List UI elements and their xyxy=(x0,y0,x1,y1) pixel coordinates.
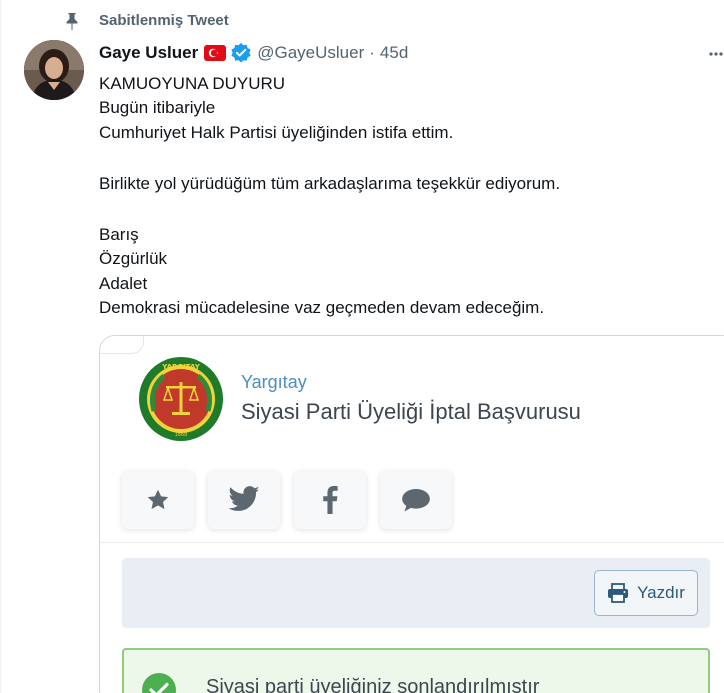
tweet-line: Barış xyxy=(99,225,139,245)
tweet-line: Demokrasi mücadelesine vaz geçmeden deva… xyxy=(99,298,545,318)
timestamp[interactable]: 45d xyxy=(380,43,408,63)
success-message: Siyasi parti üyeliğiniz sonlandırılmıştı… xyxy=(206,676,540,693)
print-label: Yazdır xyxy=(637,583,685,602)
tweet-header: Gaye Usluer @GayeUsluer · 45d xyxy=(99,41,408,65)
separator-dot: · xyxy=(369,43,375,62)
handle[interactable]: @GayeUsluer xyxy=(257,43,364,63)
link-preview-card[interactable]: YARGITAY 1868 Yargıtay Siyasi Parti Üyel… xyxy=(99,335,724,693)
svg-text:1868: 1868 xyxy=(175,432,188,438)
comment-button[interactable] xyxy=(380,471,452,529)
pin-icon xyxy=(62,11,82,31)
tweet-line: Bugün itibariyle xyxy=(99,98,216,118)
yargitay-seal-icon: YARGITAY 1868 xyxy=(138,356,224,442)
more-options-icon[interactable] xyxy=(708,44,724,64)
tweet-line: Özgürlük xyxy=(99,249,168,269)
display-name[interactable]: Gaye Usluer xyxy=(99,43,198,63)
pinned-label: Sabitlenmiş Tweet xyxy=(99,12,229,29)
turkey-flag-icon xyxy=(204,45,227,61)
favorite-star-icon xyxy=(147,489,169,510)
tweet-line: KAMUOYUNA DUYURU xyxy=(99,74,286,93)
card-title[interactable]: Siyasi Parti Üyeliği İptal Başvurusu xyxy=(241,399,581,425)
tweet-line: Adalet xyxy=(99,273,148,293)
twitter-share-button[interactable] xyxy=(208,471,280,529)
card-divider xyxy=(100,542,724,543)
pinned-header xyxy=(62,11,82,31)
facebook-icon xyxy=(323,486,338,514)
success-alert: Siyasi parti üyeliğiniz sonlandırılmıştı… xyxy=(122,648,710,693)
tweet-text: KAMUOYUNA DUYURU Bugün itibariyle Cumhur… xyxy=(99,72,714,320)
print-panel: Yazdır xyxy=(122,558,710,628)
comment-bubble-icon xyxy=(402,489,430,512)
twitter-bird-icon xyxy=(228,486,260,511)
tweet-line: Cumhuriyet Halk Partisi üyeliğinden isti… xyxy=(99,122,454,142)
column-border xyxy=(0,0,1,693)
favorite-button[interactable] xyxy=(122,471,194,529)
check-circle-icon xyxy=(142,673,176,693)
verified-badge-icon xyxy=(230,42,252,64)
card-site-name[interactable]: Yargıtay xyxy=(241,372,307,393)
printer-icon xyxy=(608,583,629,603)
card-corner xyxy=(100,336,144,354)
share-buttons xyxy=(122,471,452,529)
avatar[interactable] xyxy=(24,40,84,100)
facebook-share-button[interactable] xyxy=(294,471,366,529)
tweet-line: Birlikte yol yürüdüğüm tüm arkadaşlarıma… xyxy=(99,173,561,193)
svg-text:YARGITAY: YARGITAY xyxy=(161,363,201,371)
print-button[interactable]: Yazdır xyxy=(594,570,698,616)
